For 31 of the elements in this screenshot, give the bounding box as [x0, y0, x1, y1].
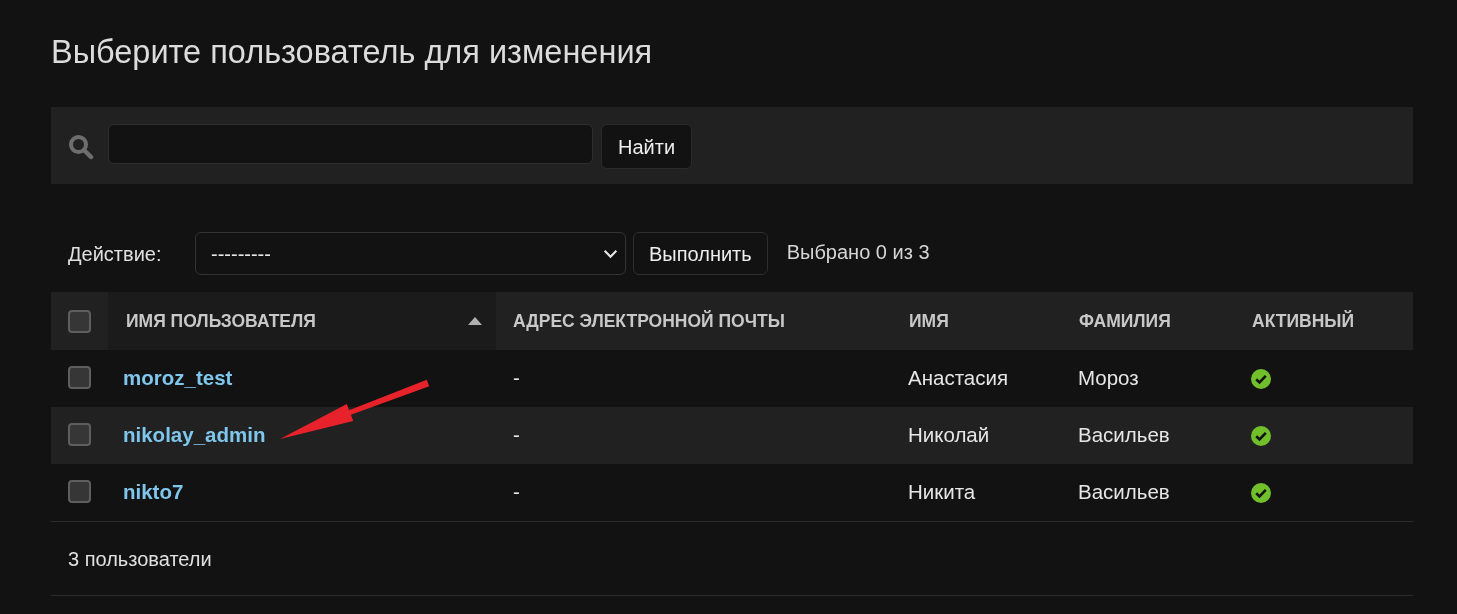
action-select[interactable]: ---------	[195, 232, 626, 275]
table-cell-text: Мороз	[1078, 365, 1139, 392]
page-title: Выберите пользователь для изменения	[51, 33, 654, 72]
search-button[interactable]: Найти	[601, 124, 693, 169]
checkbox[interactable]	[68, 422, 91, 446]
table-cell-text: Анастасия	[908, 365, 1008, 392]
table-cell-text: -	[513, 365, 520, 392]
column-header[interactable]: АДРЕС ЭЛЕКТРОННОЙ ПОЧТЫ	[496, 292, 892, 350]
sort-ascending-icon	[468, 317, 482, 325]
checkbox[interactable]	[68, 365, 91, 389]
username-link[interactable]: nikto7	[123, 477, 184, 508]
table-cell-text: Никита	[908, 479, 976, 506]
table-cell-text: -	[513, 479, 520, 506]
column-header[interactable]: АКТИВНЫЙ	[1235, 292, 1413, 350]
search-icon	[68, 134, 94, 160]
username-link[interactable]: nikolay_admin	[123, 420, 266, 451]
run-action-button[interactable]: Выполнить	[633, 232, 768, 275]
selection-counter: Выбрано 0 из 3	[786, 240, 930, 265]
checkbox[interactable]	[68, 309, 91, 333]
result-count: 3 пользователи	[68, 546, 212, 572]
search-field[interactable]	[108, 124, 593, 164]
column-header[interactable]: ФАМИЛИЯ	[1062, 292, 1235, 350]
checkbox[interactable]	[68, 479, 91, 503]
table-cell-text: Николай	[908, 422, 990, 449]
action-label: Действие:	[68, 241, 163, 267]
table-cell-text: -	[513, 422, 520, 449]
column-header[interactable]: ИМЯ	[892, 292, 1062, 350]
table-cell-text: Васильев	[1078, 422, 1170, 449]
username-link[interactable]: moroz_test	[123, 363, 233, 394]
table-cell-text: Васильев	[1078, 479, 1170, 506]
column-header[interactable]: ИМЯ ПОЛЬЗОВАТЕЛЯ	[108, 292, 496, 350]
